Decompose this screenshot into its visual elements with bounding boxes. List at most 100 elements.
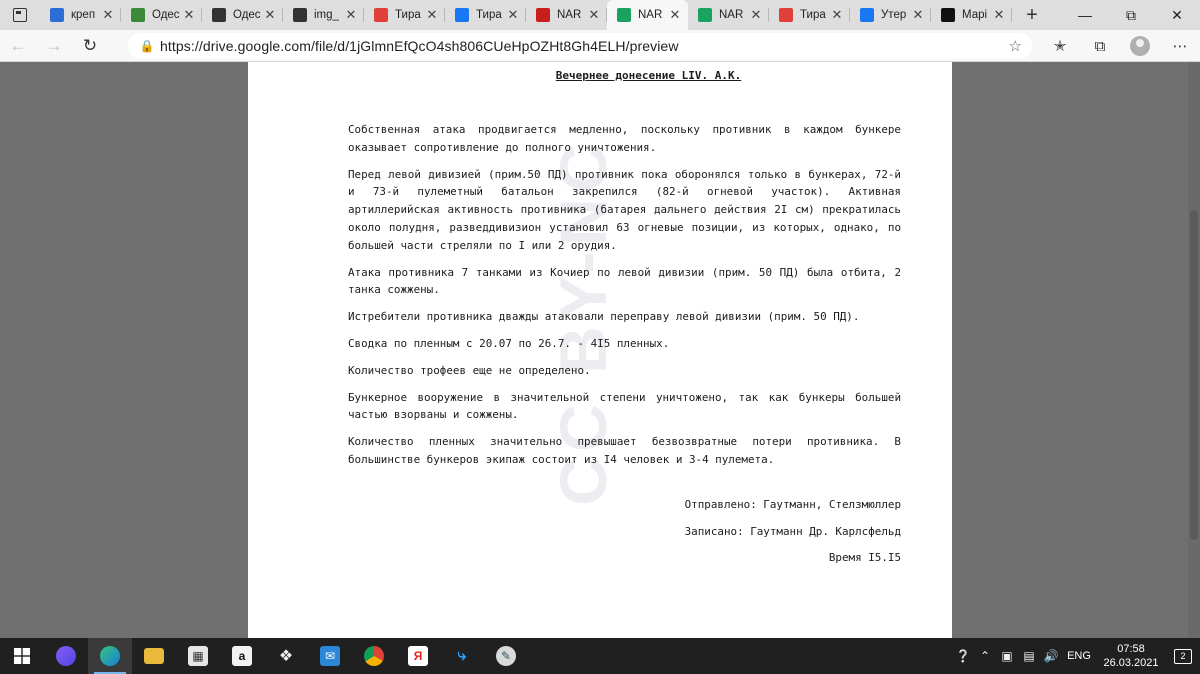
report-paragraph: Сводка по пленным с 20.07 по 26.7. - 4I5… [348,336,670,350]
browser-tab[interactable]: NAR ✕ [607,0,688,30]
browser-tab[interactable]: Одес ✕ [202,0,283,30]
forward-button[interactable]: → [36,30,72,62]
browser-tab[interactable]: NAR ✕ [526,0,607,30]
tab-close-icon[interactable]: ✕ [911,7,925,23]
taskbar-edge[interactable] [88,638,132,674]
mail-icon: ✉ [320,646,340,666]
network-icon[interactable]: ▤ [1018,649,1040,663]
browser-tab[interactable]: img_ ✕ [283,0,364,30]
tab-close-icon[interactable]: ✕ [749,7,763,23]
notification-center[interactable]: 2 [1166,648,1200,664]
taskbar-alice[interactable] [44,638,88,674]
profile-avatar[interactable] [1130,36,1150,56]
report-time: Время I5.I5 [828,551,901,565]
taskbar-app-bolt[interactable]: ⤷ [440,638,484,674]
system-tray: ❔ ⌃ ▣ ▤ 🔊 ENG 07:58 26.03.2021 2 [952,638,1200,674]
minimize-button[interactable]: — [1062,0,1108,30]
tab-strip: креп ✕ Одес ✕ Одес ✕ img_ ✕ Тира ✕ Тира ✕ NAR ✕ NAR ✕ NA… [0,0,1200,30]
tab-title: Тира [476,9,502,21]
report-paragraph: Истребители противника дважды атаковали … [348,310,860,324]
tab-actions-menu[interactable] [0,0,40,30]
document-viewer: CC BY-NC Вечернее донесение LIV. А.К. Со… [0,62,1200,638]
clock[interactable]: 07:58 26.03.2021 [1096,642,1166,670]
meet-now-icon[interactable]: ▣ [996,649,1018,663]
taskbar-chrome[interactable] [352,638,396,674]
report-paragraph: Количество трофеев еще не определено. [348,363,591,377]
clock-time: 07:58 [1117,643,1145,655]
tab-close-icon[interactable]: ✕ [101,7,115,23]
tab-close-icon[interactable]: ✕ [830,7,844,23]
start-button[interactable] [0,638,44,674]
tab-close-icon[interactable]: ✕ [587,7,601,23]
windows-icon [14,648,30,664]
more-menu-icon[interactable]: ⋯ [1160,37,1200,55]
taskbar-dropbox[interactable]: ❖ [264,638,308,674]
browser-tab[interactable]: Тира ✕ [445,0,526,30]
language-indicator[interactable]: ENG [1062,650,1096,662]
tab-title: креп [71,9,96,21]
taskbar-store[interactable]: ▦ [176,638,220,674]
report-paragraph: Атака противника 7 танками из Кочиер по … [348,265,901,297]
taskbar-mail[interactable]: ✉ [308,638,352,674]
alice-icon [56,646,76,666]
favorites-icon[interactable]: ✭ [1040,37,1080,55]
tab-title: NAR [557,9,582,21]
vertical-scrollbar[interactable] [1188,62,1200,638]
edge-icon [100,646,120,666]
new-tab-button[interactable]: + [1012,0,1052,30]
report-paragraph: Количество пленных значительно превышает… [348,435,901,466]
taskbar: ▦ a ❖ ✉ Я ⤷ ✎ ❔ ⌃ ▣ ▤ 🔊 ENG 07:58 26.03.… [0,638,1200,674]
taskbar-paint[interactable]: ✎ [484,638,528,674]
taskbar-explorer[interactable] [132,638,176,674]
google-drive-icon [698,8,712,22]
browser-tab[interactable]: Утер ✕ [850,0,931,30]
show-hidden-icons[interactable]: ⌃ [974,649,996,663]
yandex-browser-icon: Я [408,646,428,666]
leaf-icon [131,8,145,22]
tab-actions-icon [13,8,27,22]
report-paragraph: Собственная атака продвигается медленно,… [348,123,901,154]
tab-close-icon[interactable]: ✕ [263,7,277,23]
close-window-button[interactable]: ✕ [1154,0,1200,30]
tab-close-icon[interactable]: ✕ [425,7,439,23]
tab-title: Тира [800,9,826,21]
pin-icon [374,8,388,22]
tab-close-icon[interactable]: ✕ [506,7,520,23]
browser-tab[interactable]: Тира ✕ [769,0,850,30]
navigation-bar: ← → ↻ 🔒 https://drive.google.com/file/d/… [0,30,1200,62]
collections-icon[interactable]: ⧉ [1080,38,1120,55]
tab-title: NAR [719,9,744,21]
tab-title: Одес [152,9,180,21]
tab-title: Тира [395,9,421,21]
tab-close-icon[interactable]: ✕ [182,7,196,23]
tab-close-icon[interactable]: ✕ [668,7,682,23]
tab-close-icon[interactable]: ✕ [992,7,1006,23]
facebook-icon [455,8,469,22]
refresh-button[interactable]: ↻ [72,30,108,62]
restore-button[interactable]: ⧉ [1108,0,1154,30]
volume-icon[interactable]: 🔊 [1040,649,1062,663]
browser-tab[interactable]: Тира ✕ [364,0,445,30]
address-bar[interactable]: 🔒 https://drive.google.com/file/d/1jGlmn… [128,33,1032,59]
crosshair-icon [212,8,226,22]
browser-tab[interactable]: Марі ✕ [931,0,1012,30]
document-page: CC BY-NC Вечернее донесение LIV. А.К. Со… [248,62,952,638]
tab-close-icon[interactable]: ✕ [344,7,358,23]
browser-tab[interactable]: NAR ✕ [688,0,769,30]
store-icon: ▦ [188,646,208,666]
lock-icon[interactable]: 🔒 [134,39,160,53]
chrome-icon [364,646,384,666]
report-paragraph: Перед левой дивизией (прим.50 ПД) против… [348,167,901,252]
dropbox-icon: ❖ [278,648,294,665]
browser-tab[interactable]: Одес ✕ [121,0,202,30]
taskbar-amazon[interactable]: a [220,638,264,674]
browser-tab[interactable]: креп ✕ [40,0,121,30]
help-icon[interactable]: ❔ [952,649,974,663]
bm-icon [941,8,955,22]
back-button[interactable]: ← [0,30,36,62]
notification-count: 2 [1174,648,1192,664]
tab-title: NAR [638,9,663,21]
scrollbar-thumb[interactable] [1190,210,1198,540]
add-favorite-icon[interactable]: ☆ [1009,37,1022,55]
taskbar-yandex[interactable]: Я [396,638,440,674]
